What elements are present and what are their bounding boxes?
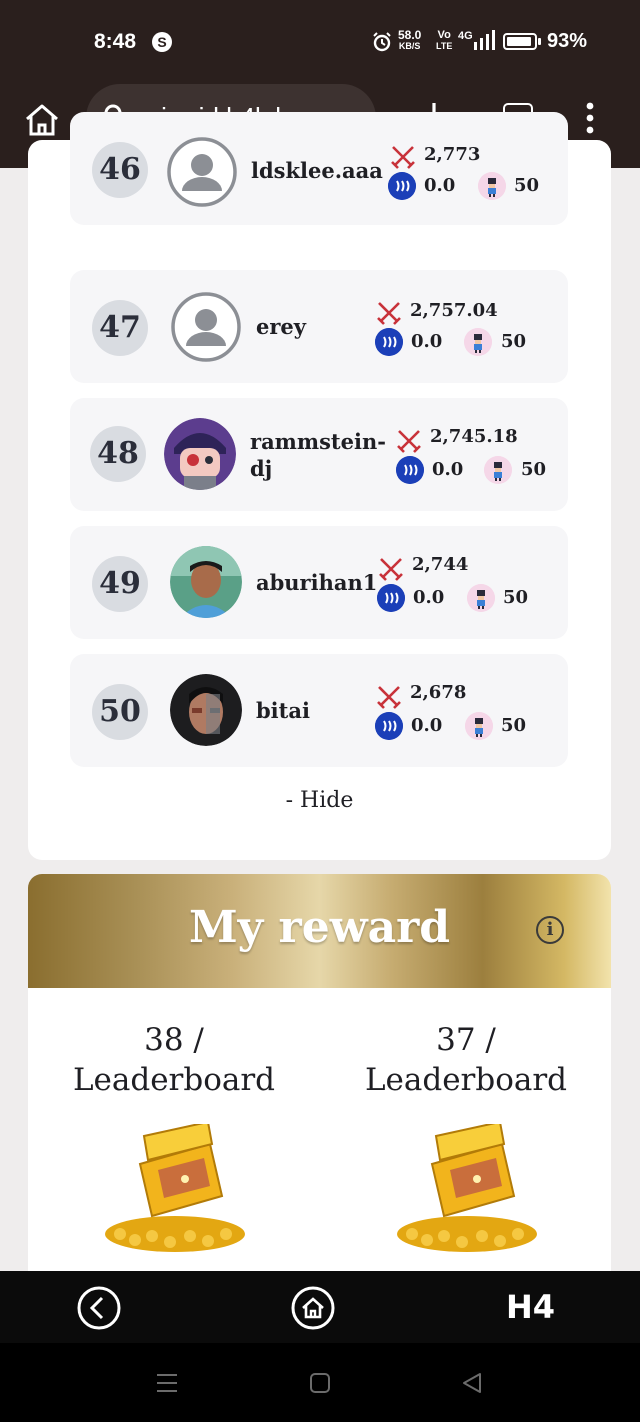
user-avatar [170, 674, 242, 746]
info-icon[interactable]: i [536, 916, 564, 944]
crossed-swords-icon [397, 430, 421, 453]
system-home-icon[interactable] [308, 1371, 332, 1395]
user-avatar [170, 546, 242, 618]
system-back-icon[interactable] [460, 1371, 484, 1395]
steem-value: 0.0 [411, 331, 443, 352]
network-type: 4G [458, 30, 473, 42]
data-speed: 58.0 KB/S [398, 28, 422, 51]
default-avatar-icon [171, 292, 241, 362]
system-navigation-bar [0, 1343, 640, 1422]
overflow-menu-icon[interactable] [582, 102, 598, 134]
steem-coin-icon [396, 456, 424, 484]
steem-value: 0.0 [411, 715, 443, 736]
score-value: 2,678 [410, 682, 467, 703]
steem-coin-icon [388, 172, 416, 200]
crossed-swords-icon [379, 558, 403, 581]
pixel-value: 50 [521, 459, 547, 480]
reward-label: Leaderboard [364, 1062, 568, 1098]
back-icon[interactable] [76, 1285, 122, 1331]
leaderboard-row[interactable]: 50 bitai 2,678 0.0 50 [70, 654, 568, 767]
rank-badge: 50 [92, 684, 148, 740]
my-reward-card: My reward i 38 / Leaderboard 37 / Leader… [28, 874, 611, 1274]
score-value: 2,773 [424, 144, 481, 165]
reward-header: My reward i [28, 874, 611, 988]
volte-indicator: Vo LTE [436, 29, 453, 52]
leaderboard-row[interactable]: 48 rammstein-dj 2,745.18 0.0 50 [70, 398, 568, 511]
pixel-value: 50 [514, 175, 540, 196]
pixel-character-icon [478, 172, 506, 200]
rank-badge: 49 [92, 556, 148, 612]
steem-coin-icon [377, 584, 405, 612]
score-value: 2,757.04 [410, 300, 498, 321]
reward-column-left: 38 / Leaderboard [34, 1020, 314, 1100]
reward-label: Leaderboard [72, 1062, 276, 1098]
clock: 8:48 [94, 30, 137, 53]
battery-percent: 93% [547, 30, 588, 52]
rank-badge: 47 [92, 300, 148, 356]
default-avatar-icon [167, 137, 237, 207]
app-bottom-bar: H4 [0, 1271, 640, 1343]
crossed-swords-icon [377, 686, 401, 709]
username: ldsklee.aaa [251, 158, 383, 183]
pixel-value: 50 [501, 331, 527, 352]
steem-value: 0.0 [432, 459, 464, 480]
pixel-character-icon [465, 712, 493, 740]
notification-s-icon: S [152, 32, 172, 52]
pixel-character-icon [484, 456, 512, 484]
steem-coin-icon [375, 712, 403, 740]
username: bitai [256, 698, 310, 723]
treasure-chest-icon [397, 1124, 537, 1252]
pixel-character-icon [467, 584, 495, 612]
reward-rank: 37 / [436, 1022, 496, 1058]
leaderboard-row[interactable]: 47 erey 2,757.04 0.0 50 [70, 270, 568, 383]
reward-title: My reward [188, 902, 451, 953]
score-value: 2,745.18 [430, 426, 518, 447]
alarm-icon [373, 32, 391, 52]
score-value: 2,744 [412, 554, 469, 575]
hide-toggle-link[interactable]: - Hide [28, 788, 611, 813]
steem-value: 0.0 [424, 175, 456, 196]
username: rammstein-dj [250, 429, 386, 481]
treasure-chest-icon [105, 1124, 245, 1252]
pixel-value: 50 [503, 587, 529, 608]
signal-icon [474, 30, 495, 50]
username: aburihan1 [256, 570, 378, 595]
leaderboard-row[interactable]: 46 ldsklee.aaa 2,773 0.0 50 [70, 112, 568, 225]
recent-apps-icon[interactable] [155, 1371, 179, 1395]
leaderboard-row[interactable]: 49 aburihan1 2,744 0.0 50 [70, 526, 568, 639]
battery-icon [503, 33, 537, 50]
brand-logo[interactable]: H4 [506, 1287, 555, 1327]
username: erey [256, 314, 306, 339]
battery-tip [538, 38, 541, 45]
steem-value: 0.0 [413, 587, 445, 608]
user-avatar [164, 418, 236, 490]
crossed-swords-icon [391, 146, 415, 169]
pixel-value: 50 [501, 715, 527, 736]
crossed-swords-icon [377, 302, 401, 325]
rank-badge: 48 [90, 426, 146, 482]
steem-coin-icon [375, 328, 403, 356]
rank-badge: 46 [92, 142, 148, 198]
reward-rank: 38 / [144, 1022, 204, 1058]
leaderboard-card: 46 ldsklee.aaa 2,773 0.0 50 47 erey 2,75… [28, 112, 611, 860]
home-icon[interactable] [290, 1285, 336, 1331]
home-icon[interactable] [22, 100, 62, 140]
status-bar: 8:48 S 58.0 KB/S Vo LTE 4G 93% [0, 0, 640, 84]
pixel-character-icon [464, 328, 492, 356]
reward-column-right: 37 / Leaderboard [326, 1020, 606, 1100]
